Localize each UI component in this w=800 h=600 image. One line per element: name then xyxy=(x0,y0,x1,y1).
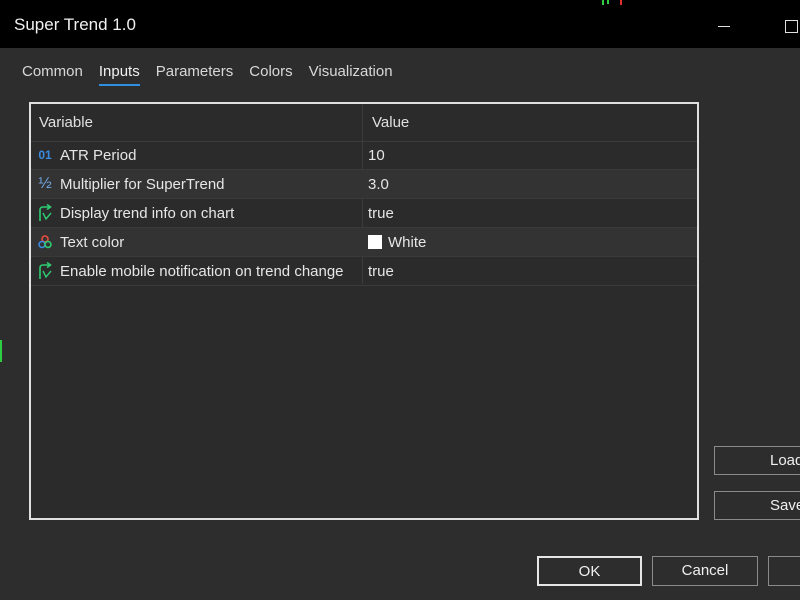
boolean-arrow-icon xyxy=(35,262,55,280)
table-row[interactable]: ½ Multiplier for SuperTrend 3.0 xyxy=(31,170,697,199)
window-title: Super Trend 1.0 xyxy=(14,15,136,34)
column-header-variable[interactable]: Variable xyxy=(39,104,93,141)
color-name: White xyxy=(388,234,427,251)
title-bar[interactable]: Super Trend 1.0 xyxy=(0,0,800,48)
variable-name: Multiplier for SuperTrend xyxy=(60,176,225,193)
tab-colors[interactable]: Colors xyxy=(241,62,300,86)
color-palette-icon xyxy=(35,233,55,251)
minimize-button[interactable] xyxy=(712,17,736,35)
color-value[interactable]: White xyxy=(368,228,426,257)
fraction-icon: ½ xyxy=(38,175,52,192)
variable-name: Text color xyxy=(60,234,125,251)
background-chart-candles xyxy=(600,0,630,6)
inputs-table: Variable Value 01 ATR Period 10 ½ Multip… xyxy=(29,102,699,520)
column-header-value[interactable]: Value xyxy=(372,104,409,141)
color-swatch xyxy=(368,235,382,249)
maximize-button[interactable] xyxy=(782,17,800,35)
variable-value[interactable]: true xyxy=(368,257,394,286)
tab-parameters[interactable]: Parameters xyxy=(148,62,242,86)
background-chart-bar xyxy=(0,340,2,362)
ok-button[interactable]: OK xyxy=(537,556,642,586)
save-button[interactable]: Save xyxy=(714,491,800,520)
variable-value[interactable]: 10 xyxy=(368,141,385,170)
tab-bar: Common Inputs Parameters Colors Visualiz… xyxy=(14,62,401,90)
extra-button[interactable] xyxy=(768,556,800,586)
table-row[interactable]: 01 ATR Period 10 xyxy=(31,141,697,170)
tab-common[interactable]: Common xyxy=(14,62,91,86)
variable-name: Display trend info on chart xyxy=(60,205,235,222)
table-row[interactable]: Text color White xyxy=(31,228,697,257)
variable-name: Enable mobile notification on trend chan… xyxy=(60,263,344,280)
cancel-button[interactable]: Cancel xyxy=(652,556,758,586)
table-row[interactable]: Enable mobile notification on trend chan… xyxy=(31,257,697,286)
table-row[interactable]: Display trend info on chart true xyxy=(31,199,697,228)
dialog-window: Super Trend 1.0 Common Inputs Parameters… xyxy=(0,0,800,600)
variable-value[interactable]: true xyxy=(368,199,394,228)
variable-value[interactable]: 3.0 xyxy=(368,170,389,199)
variable-name: ATR Period xyxy=(60,147,137,164)
table-header: Variable Value xyxy=(31,104,697,142)
boolean-arrow-icon xyxy=(35,204,55,222)
tab-inputs[interactable]: Inputs xyxy=(91,62,148,86)
load-button[interactable]: Load xyxy=(714,446,800,475)
integer-icon: 01 xyxy=(38,148,52,162)
tab-visualization[interactable]: Visualization xyxy=(301,62,401,86)
